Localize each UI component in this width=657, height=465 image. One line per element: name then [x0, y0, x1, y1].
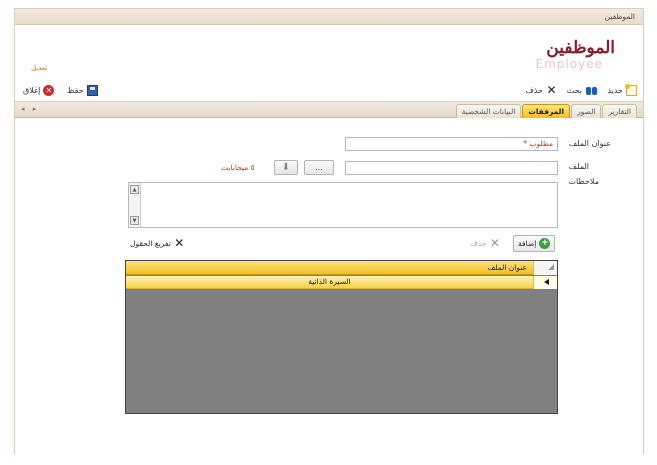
tab-reports[interactable]: التقارير	[602, 104, 637, 118]
page-title-shadow: Employee	[535, 57, 603, 71]
clear-x-icon: ✕	[174, 236, 185, 250]
file-label: الملف	[568, 162, 589, 171]
grid-column-file-title[interactable]: عنوان الملف	[487, 263, 527, 272]
file-title-label: عنوان الملف	[568, 139, 611, 148]
plus-icon: +	[539, 238, 551, 249]
scroll-up-icon[interactable]: ▲	[130, 185, 139, 194]
window-title: الموظفين	[604, 12, 635, 21]
delete-x-icon: ✕	[489, 236, 500, 250]
notes-textarea[interactable]: ▲ ▼	[128, 182, 558, 228]
download-arrow-icon: ⬇	[281, 162, 291, 173]
delete-attachment-label: حذف	[470, 239, 487, 248]
clear-fields-button[interactable]: ✕ تفريغ الحقول	[126, 235, 189, 252]
close-button-label: إغلاق	[23, 85, 41, 95]
add-button[interactable]: + إضافة	[513, 235, 556, 252]
attachments-grid: عنوان الملف السيرة الذاتية	[125, 260, 558, 414]
save-button-label: حفظ	[67, 85, 84, 95]
max-size-info: ٥ ميجابايت	[221, 163, 255, 172]
save-button[interactable]: حفظ	[67, 83, 98, 97]
notes-label: ملاحظات	[568, 177, 599, 186]
upload-button[interactable]: ⬇	[274, 160, 298, 175]
tabs: البيانات الشخصية المرفقات الصور التقارير	[455, 104, 637, 118]
tab-personal-data[interactable]: البيانات الشخصية	[455, 104, 522, 118]
file-title-input[interactable]: مطلوب *	[345, 137, 558, 151]
window-titlebar: الموظفين	[15, 9, 643, 25]
clear-fields-label: تفريغ الحقول	[130, 239, 171, 248]
new-button[interactable]: جديد	[607, 83, 637, 97]
browse-button[interactable]: ...	[304, 160, 334, 175]
grid-corner[interactable]	[533, 261, 557, 275]
page-title: الموظفين	[546, 38, 615, 58]
delete-button[interactable]: ✕ حذف	[526, 83, 557, 97]
page-header: الموظفين Employee تعديل	[15, 26, 643, 80]
grid-cell-file-title[interactable]: السيرة الذاتية	[126, 277, 533, 286]
search-button[interactable]: بحث	[567, 83, 599, 97]
binoculars-icon	[585, 85, 599, 96]
grid-header: عنوان الملف	[126, 261, 557, 275]
close-icon: ✕	[43, 84, 55, 96]
file-path-input[interactable]	[345, 161, 558, 175]
row-pointer-icon	[533, 276, 557, 289]
tab-strip: ◂ ▸ البيانات الشخصية المرفقات الصور التق…	[15, 101, 643, 118]
table-row[interactable]: السيرة الذاتية	[126, 276, 557, 289]
save-disk-icon	[86, 84, 98, 96]
new-button-label: جديد	[607, 85, 623, 95]
notes-scrollbar[interactable]: ▲ ▼	[129, 183, 141, 227]
toolbar: جديد بحث ✕ حذف حفظ ✕ إغلاق	[15, 81, 643, 99]
employees-window: الموظفين الموظفين Employee تعديل جديد بح…	[14, 8, 644, 454]
delete-x-icon: ✕	[546, 82, 557, 97]
tab-photos[interactable]: الصور	[571, 104, 602, 118]
scroll-down-icon[interactable]: ▼	[130, 216, 139, 225]
add-button-label: إضافة	[518, 239, 537, 248]
attachments-panel: عنوان الملف مطلوب * الملف ... ⬇ ٥ ميجابا…	[15, 119, 643, 454]
new-document-icon	[625, 83, 637, 96]
edit-mode-label: تعديل	[31, 64, 48, 72]
search-button-label: بحث	[566, 85, 582, 95]
tab-attachments[interactable]: المرفقات	[522, 104, 571, 118]
delete-attachment-button[interactable]: ✕ حذف	[466, 235, 504, 252]
delete-button-label: حذف	[525, 85, 543, 95]
close-button[interactable]: ✕ إغلاق	[23, 83, 55, 97]
tab-scroll-arrows[interactable]: ◂ ▸	[21, 105, 39, 113]
